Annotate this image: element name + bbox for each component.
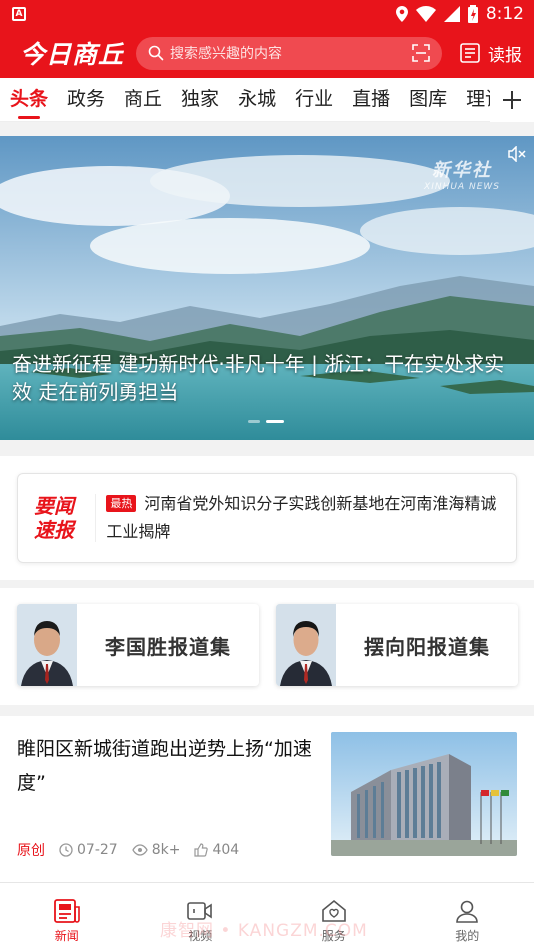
article-date: 07-27 [77, 842, 118, 858]
news-flash-headline[interactable]: 河南省党外知识分子实践创新基地在河南淮海精诚工业揭牌 [106, 494, 496, 541]
article-title[interactable]: 睢阳区新城街道跑出逆势上扬“加速度” [17, 732, 317, 800]
xinhua-watermark: 新华社 XINHUA NEWS [424, 156, 500, 192]
status-bar: A 8:12 [0, 0, 534, 28]
article-source: 原创 [17, 843, 45, 859]
app-screen: A 8:12 今日商丘 搜索感兴趣的内容 读报 头条 政务 商丘 独家 永城 行… [0, 0, 534, 950]
news-flash-section: 要闻 速报 最热 河南省党外知识分子实践创新基地在河南淮海精诚工业揭牌 [0, 456, 534, 580]
tab-shangqiu[interactable]: 商丘 [124, 78, 162, 122]
tab-list: 头条 政务 商丘 独家 永城 行业 直播 图库 理论 [0, 78, 490, 122]
reader-button[interactable]: 读报 [460, 41, 522, 66]
wifi-icon [415, 6, 436, 22]
battery-icon [467, 5, 478, 23]
portrait-image-2 [276, 604, 336, 686]
clock-icon [59, 843, 73, 857]
search-bar[interactable]: 搜索感兴趣的内容 [136, 36, 442, 70]
status-time: 8:12 [485, 4, 524, 24]
scan-icon[interactable] [412, 44, 430, 62]
carousel-dot-1[interactable] [248, 420, 260, 423]
article-date-wrap: 07-27 [59, 842, 118, 858]
thumb-up-icon [194, 843, 209, 857]
watermark-cn: 新华社 [432, 160, 493, 181]
nav-service-label: 服务 [321, 929, 346, 943]
report-collections: 李国胜报道集 摆向阳报道集 [0, 588, 534, 705]
article-item[interactable]: 睢阳区新城街道跑出逆势上扬“加速度” 原创 07-27 8k+ 404 [0, 716, 534, 882]
search-placeholder: 搜索感兴趣的内容 [170, 46, 282, 62]
tab-theory[interactable]: 理论 [466, 78, 490, 122]
portrait-photo-2 [276, 604, 336, 686]
article-likes: 404 [212, 842, 240, 858]
plus-icon [503, 90, 521, 109]
tab-yongcheng[interactable]: 永城 [238, 78, 276, 122]
news-flash-logo: 要闻 速报 [34, 494, 97, 542]
video-icon [187, 902, 213, 920]
collection-title-2: 摆向阳报道集 [364, 634, 490, 659]
tab-exclusive[interactable]: 独家 [181, 78, 219, 122]
add-tab-button[interactable] [490, 77, 534, 122]
article-views-wrap: 8k+ [131, 842, 181, 858]
app-logo[interactable]: 今日商丘 [20, 35, 126, 71]
nav-profile[interactable]: 我的 [401, 883, 534, 950]
location-icon [395, 6, 408, 22]
portrait-image-1 [17, 604, 77, 686]
news-icon [53, 899, 80, 923]
reader-label: 读报 [488, 45, 522, 66]
carousel-dot-2[interactable] [266, 420, 284, 423]
signal-icon [443, 6, 460, 22]
collection-title-1: 李国胜报道集 [105, 634, 231, 659]
news-flash-logo-line1: 要闻 [34, 494, 74, 518]
tab-industry[interactable]: 行业 [295, 78, 333, 122]
eye-icon [131, 844, 148, 856]
news-flash-card[interactable]: 要闻 速报 最热 河南省党外知识分子实践创新基地在河南淮海精诚工业揭牌 [17, 473, 517, 563]
nav-news-label: 新闻 [54, 929, 79, 943]
user-icon [456, 900, 479, 923]
tab-live[interactable]: 直播 [352, 78, 390, 122]
collection-card-2[interactable]: 摆向阳报道集 [276, 604, 518, 686]
watermark-en: XINHUA NEWS [424, 182, 500, 192]
article-thumbnail[interactable] [331, 732, 517, 856]
article-thumbnail-image [331, 732, 517, 856]
collection-card-1[interactable]: 李国胜报道集 [17, 604, 259, 686]
newspaper-icon [460, 43, 480, 63]
news-flash-logo-line2: 速报 [34, 518, 74, 542]
hero-banner[interactable]: 新华社 XINHUA NEWS 奋进新征程 建功新时代·非凡十年 | 浙江：干在… [0, 136, 534, 440]
article-likes-wrap[interactable]: 404 [194, 842, 239, 858]
nav-service[interactable]: 服务 [267, 883, 401, 950]
mute-button[interactable] [508, 145, 526, 166]
article-views: 8k+ [151, 842, 181, 858]
home-heart-icon [321, 899, 346, 922]
hero-caption: 奋进新征程 建功新时代·非凡十年 | 浙江：干在实处求实效 走在前列勇担当 [12, 352, 505, 404]
nav-news[interactable]: 新闻 [0, 883, 134, 950]
app-header: 今日商丘 搜索感兴趣的内容 读报 [0, 28, 534, 78]
category-tabs: 头条 政务 商丘 独家 永城 行业 直播 图库 理论 [0, 77, 534, 122]
portrait-photo-1 [17, 604, 77, 686]
nav-profile-label: 我的 [455, 929, 480, 943]
app-notification-icon: A [12, 7, 26, 21]
nav-video-label: 视频 [188, 929, 213, 943]
tab-gallery[interactable]: 图库 [409, 78, 447, 122]
status-icons: 8:12 [395, 4, 524, 24]
news-flash-body: 最热 河南省党外知识分子实践创新基地在河南淮海精诚工业揭牌 [106, 490, 502, 546]
bottom-nav: 新闻 视频 服务 我的 [0, 882, 534, 950]
article-meta: 原创 07-27 8k+ 404 [17, 840, 249, 860]
carousel-dots [248, 420, 284, 423]
tab-government[interactable]: 政务 [67, 78, 105, 122]
nav-video[interactable]: 视频 [134, 883, 268, 950]
tab-headline[interactable]: 头条 [10, 78, 48, 122]
hot-badge: 最热 [106, 495, 137, 512]
mute-icon [508, 145, 526, 163]
search-icon [148, 45, 164, 61]
